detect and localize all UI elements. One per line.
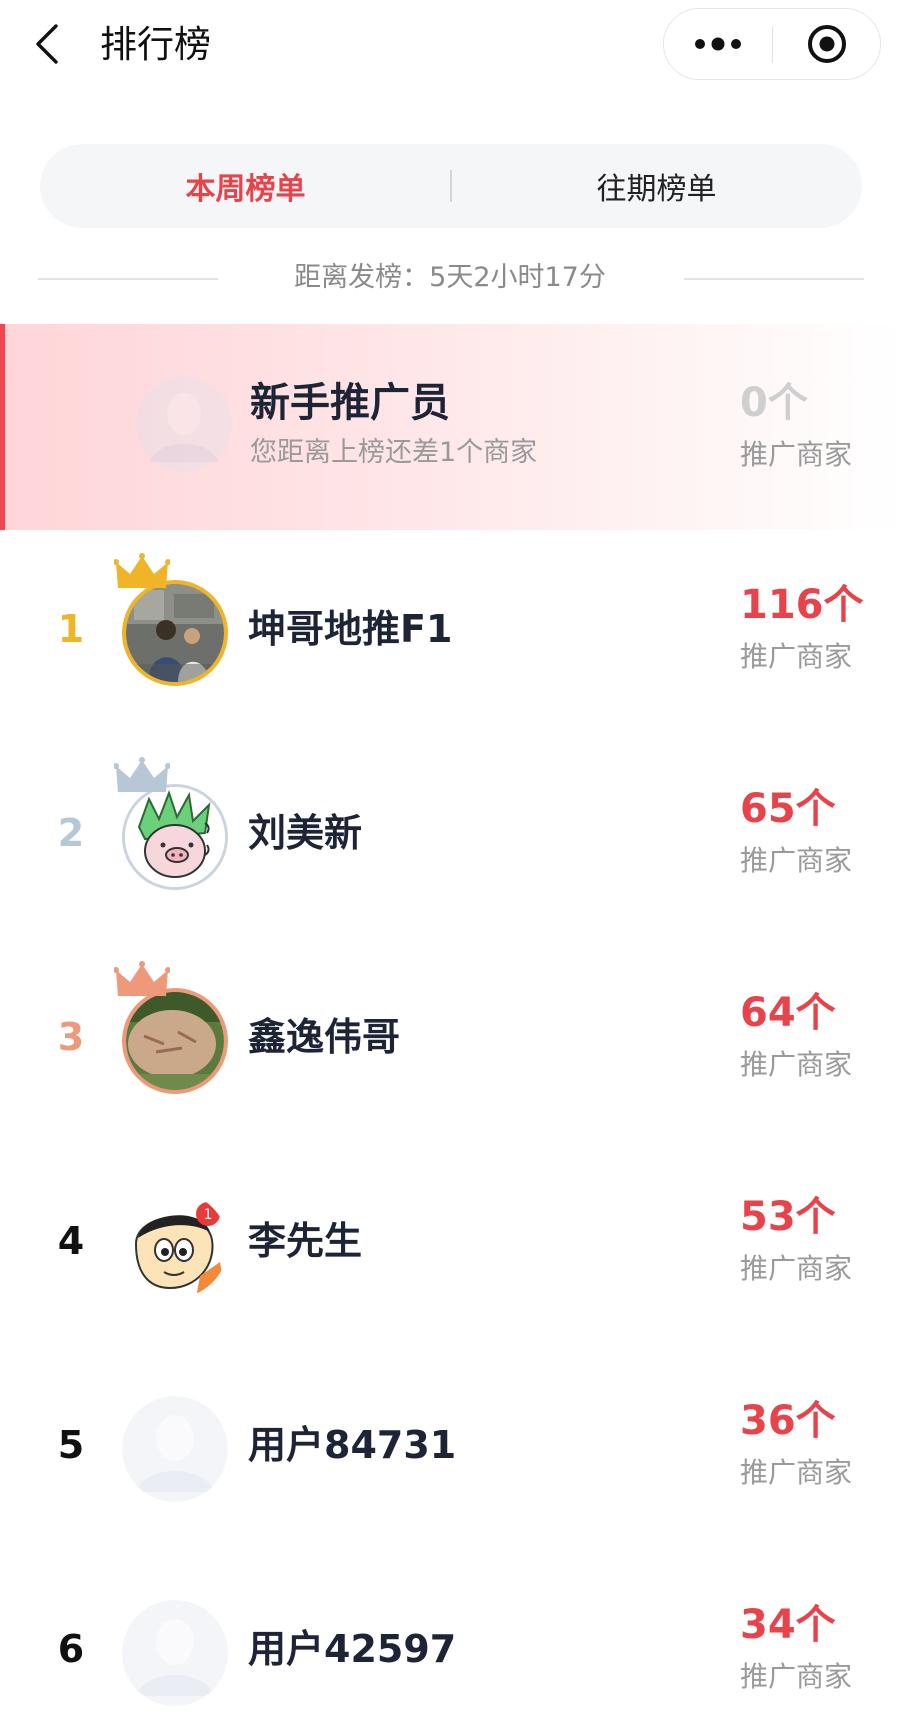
merchant-count: 36个	[740, 1398, 836, 1444]
avatar-container	[114, 961, 228, 1094]
back-button[interactable]	[26, 20, 70, 68]
merchant-count-unit: 推广商家	[740, 844, 853, 877]
merchant-count: 64个	[740, 990, 836, 1036]
avatar	[122, 988, 228, 1094]
rank-number: 4	[57, 1219, 85, 1263]
user-name: 用户84731	[248, 1423, 457, 1467]
stone-photo-icon	[126, 992, 224, 1090]
merchant-count-unit: 推广商家	[740, 640, 853, 673]
avatar	[122, 1600, 228, 1706]
gold-crown-icon	[114, 553, 170, 588]
merchant-count: 116个	[740, 582, 864, 628]
release-countdown: 距离发榜：5天2小时17分	[0, 256, 900, 300]
rank-number: 3	[57, 1015, 85, 1059]
merchant-count-unit: 推广商家	[740, 1048, 853, 1081]
avatar-container	[114, 757, 228, 890]
close-button[interactable]	[773, 9, 881, 79]
nav-bar: 排行榜	[0, 0, 900, 96]
rank-row[interactable]: 6 用户42597 34个 推广商家	[0, 1550, 900, 1730]
user-name: 李先生	[248, 1219, 363, 1263]
mini-program-capsule	[663, 8, 881, 80]
merchant-count: 53个	[740, 1194, 836, 1240]
page-title: 排行榜	[100, 23, 211, 66]
highlight-bar	[0, 324, 5, 530]
my-rank-hint: 您距离上榜还差1个商家	[250, 437, 538, 468]
user-name: 刘美新	[248, 811, 363, 855]
avatar-container	[114, 553, 228, 686]
rank-row[interactable]: 1 坤哥地推F1 116个 推广商家	[0, 530, 900, 734]
avatar-container	[122, 1600, 228, 1706]
rank-number: 6	[57, 1627, 85, 1671]
avatar	[122, 580, 228, 686]
default-avatar-icon	[136, 376, 232, 472]
more-button[interactable]	[664, 9, 772, 79]
tab-this-week[interactable]: 本周榜单	[40, 144, 451, 228]
rank-row[interactable]: 4 1 李先生 53个 推广商家	[0, 1142, 900, 1346]
chevron-left-icon	[36, 24, 58, 64]
my-count-unit: 推广商家	[740, 438, 853, 471]
avatar	[122, 784, 228, 890]
default-avatar-icon	[122, 1600, 228, 1706]
pig-cartoon-avatar-icon	[125, 787, 225, 887]
bronze-crown-icon	[114, 961, 170, 996]
avatar	[122, 1396, 228, 1502]
more-dots-icon	[695, 37, 741, 51]
rank-number: 1	[57, 607, 85, 651]
svg-text:1: 1	[204, 1207, 213, 1223]
my-rank-card: 新手推广员 您距离上榜还差1个商家 0个 推广商家	[0, 324, 900, 530]
merchant-count-unit: 推广商家	[740, 1456, 853, 1489]
avatar: 1	[122, 1192, 228, 1298]
target-close-icon	[808, 25, 846, 63]
user-name: 鑫逸伟哥	[248, 1015, 401, 1059]
merchant-count-unit: 推广商家	[740, 1660, 853, 1693]
default-avatar-icon	[122, 1396, 228, 1502]
merchant-count: 34个	[740, 1602, 836, 1648]
rank-row[interactable]: 3 鑫逸伟哥 64个 推广商家	[0, 938, 900, 1142]
silver-crown-icon	[114, 757, 170, 792]
merchant-count-unit: 推广商家	[740, 1252, 853, 1285]
merchant-count: 65个	[740, 786, 836, 832]
rank-number: 2	[57, 811, 85, 855]
avatar-container: 1	[122, 1192, 228, 1298]
user-name: 坤哥地推F1	[248, 607, 453, 651]
rank-row[interactable]: 2 刘美新 65个 推广商家	[0, 734, 900, 938]
user-photo-icon	[126, 584, 224, 682]
period-tabs: 本周榜单 往期榜单	[40, 144, 862, 228]
divider-line-right	[684, 278, 864, 280]
rank-row[interactable]: 5 用户84731 36个 推广商家	[0, 1346, 900, 1550]
leaderboard-page: 排行榜 本周榜单 往期榜单 距离发榜：5天2小时17分 新手推广员 您距离上榜还…	[0, 0, 900, 1730]
rank-number: 5	[57, 1423, 85, 1467]
my-count: 0个	[740, 380, 808, 426]
avatar	[136, 376, 232, 472]
tab-past[interactable]: 往期榜单	[451, 144, 862, 228]
user-name: 用户42597	[248, 1627, 457, 1671]
cartoon-boy-avatar-icon: 1	[122, 1192, 228, 1298]
my-name: 新手推广员	[250, 380, 450, 426]
avatar-container	[122, 1396, 228, 1502]
